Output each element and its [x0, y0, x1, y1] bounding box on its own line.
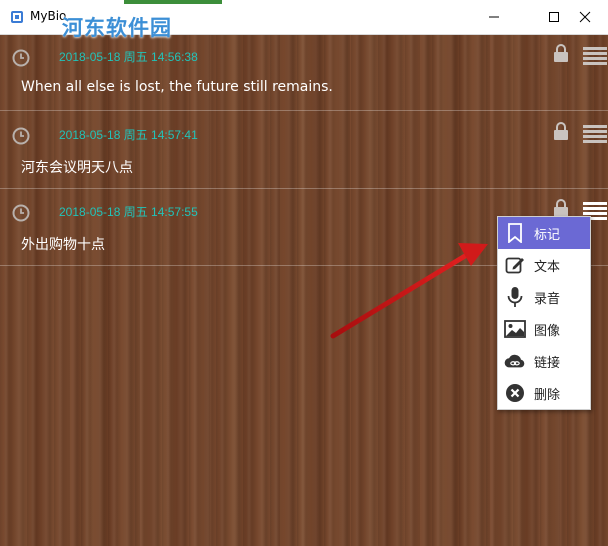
menu-item-image[interactable]: 图像 — [498, 313, 590, 345]
edit-icon — [504, 254, 526, 276]
menu-item-bookmark[interactable]: 标记 — [498, 217, 590, 249]
menu-item-link[interactable]: 链接 — [498, 345, 590, 377]
maximize-icon — [549, 12, 559, 22]
title-bar[interactable]: MyBio 河东软件园 — [0, 0, 608, 40]
menu-item-label: 图像 — [534, 323, 561, 339]
menu-item-label: 文本 — [534, 259, 561, 275]
clock-icon — [12, 204, 30, 222]
clock-icon — [12, 127, 30, 145]
clock-icon — [12, 49, 30, 67]
note-timestamp: 2018-05-18 周五 14:57:55 — [59, 205, 198, 219]
minimize-icon — [489, 16, 499, 18]
note-timestamp: 2018-05-18 周五 14:57:41 — [59, 128, 198, 142]
bookmark-icon — [504, 222, 526, 244]
window-title: MyBio — [30, 9, 67, 23]
note-text: 外出购物十点 — [21, 237, 105, 253]
background-tab-strip — [124, 0, 222, 4]
menu-item-label: 链接 — [534, 355, 561, 371]
note-text: When all else is lost, the future still … — [21, 79, 333, 95]
cloud-link-icon — [504, 350, 526, 372]
menu-item-label: 删除 — [534, 387, 561, 403]
menu-item-text[interactable]: 文本 — [498, 249, 590, 281]
lock-icon[interactable] — [553, 121, 569, 141]
microphone-icon — [504, 286, 526, 308]
note-item[interactable]: 2018-05-18 周五 14:57:41 河东会议明天八点 — [0, 111, 608, 189]
image-icon — [504, 318, 526, 340]
menu-icon[interactable] — [583, 47, 607, 65]
context-menu: 标记 文本 录音 图像 链接 删除 — [497, 216, 591, 410]
delete-icon — [504, 382, 526, 404]
note-timestamp: 2018-05-18 周五 14:56:38 — [59, 50, 198, 64]
menu-item-audio[interactable]: 录音 — [498, 281, 590, 313]
menu-item-label: 录音 — [534, 291, 561, 307]
close-icon — [579, 11, 591, 23]
lock-icon[interactable] — [553, 198, 569, 218]
app-icon — [11, 11, 23, 23]
lock-icon[interactable] — [553, 43, 569, 63]
close-button[interactable] — [562, 0, 608, 34]
note-item[interactable]: 2018-05-18 周五 14:56:38 When all else is … — [0, 33, 608, 111]
app-window: MyBio 河东软件园 2018-05-18 周五 14:56:38 When … — [0, 0, 608, 546]
menu-item-delete[interactable]: 删除 — [498, 377, 590, 409]
menu-icon[interactable] — [583, 125, 607, 143]
note-text: 河东会议明天八点 — [21, 160, 133, 176]
minimize-button[interactable] — [471, 0, 517, 34]
menu-item-label: 标记 — [534, 227, 561, 243]
